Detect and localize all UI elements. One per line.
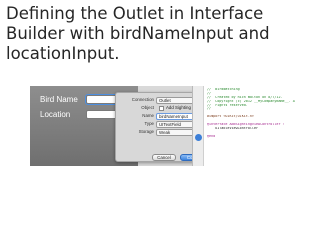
- slide-title-line: Defining the Outlet in Interface: [6, 4, 264, 23]
- slide-title-line: locationInput.: [6, 44, 120, 63]
- slide-title-line: Builder with birdNameInput and: [6, 24, 270, 43]
- name-label: Name: [142, 113, 154, 118]
- location-label: Location: [40, 110, 71, 119]
- object-checkbox[interactable]: [159, 105, 164, 111]
- slide-title: Defining the Outlet in Interface Builder…: [6, 4, 306, 64]
- storage-label: Storage: [138, 129, 154, 134]
- xcode-screenshot: Bird Name Location Connection Outlet ▾ O…: [30, 86, 295, 166]
- bird-name-label: Bird Name: [40, 95, 78, 104]
- storage-value: Weak: [159, 130, 171, 135]
- editor-gutter: [193, 86, 204, 166]
- code-lines: // BirdWatching // // Created by Rich Wa…: [207, 88, 295, 139]
- type-value: UITextField: [159, 122, 181, 127]
- connection-label: Connection: [131, 97, 154, 102]
- connection-insert-icon: [195, 134, 202, 141]
- code-editor[interactable]: // BirdWatching // // Created by Rich Wa…: [192, 86, 295, 166]
- cancel-button[interactable]: Cancel: [152, 154, 176, 161]
- type-label: Type: [144, 121, 154, 126]
- connection-value: Outlet: [159, 98, 171, 103]
- code-line: @end: [207, 134, 216, 138]
- object-label: Object: [141, 105, 154, 110]
